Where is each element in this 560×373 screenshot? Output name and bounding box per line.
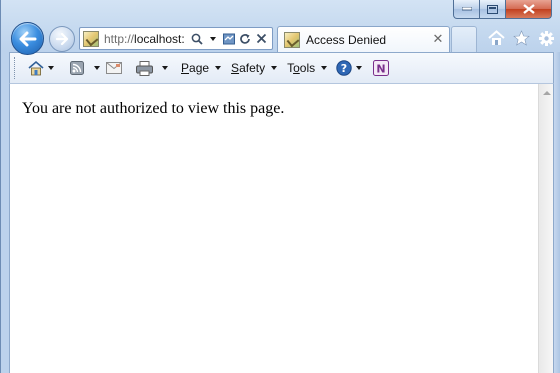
dropdown-icon[interactable] bbox=[206, 31, 220, 47]
tab-favicon-icon bbox=[284, 31, 300, 48]
address-bar[interactable]: http://localhost: bbox=[79, 27, 273, 50]
help-icon: ? bbox=[335, 59, 353, 77]
help-dropdown-icon bbox=[356, 66, 363, 70]
svg-text:?: ? bbox=[341, 62, 347, 75]
mail-icon bbox=[105, 59, 123, 77]
tools-menu[interactable]: Tools bbox=[284, 56, 330, 80]
page-favicon-icon bbox=[83, 30, 99, 47]
home-button[interactable] bbox=[24, 56, 57, 80]
search-icon[interactable] bbox=[190, 31, 204, 47]
page-content: You are not authorized to view this page… bbox=[9, 84, 546, 373]
tab-close-icon[interactable]: ✕ bbox=[430, 32, 446, 47]
new-tab-button[interactable] bbox=[451, 26, 477, 52]
close-icon bbox=[522, 4, 535, 14]
refresh-icon[interactable] bbox=[238, 31, 252, 47]
close-window-button[interactable] bbox=[506, 0, 552, 19]
url-scheme: http:// bbox=[104, 31, 135, 46]
feeds-dropdown[interactable] bbox=[89, 56, 102, 80]
window-frame-right bbox=[554, 52, 560, 373]
onenote-button[interactable]: N bbox=[369, 56, 393, 80]
print-button[interactable] bbox=[132, 56, 171, 80]
home-icon bbox=[27, 59, 45, 77]
safety-menu[interactable]: Safety bbox=[228, 56, 280, 80]
home-dropdown-icon[interactable] bbox=[48, 66, 54, 70]
vertical-scrollbar[interactable] bbox=[538, 84, 554, 373]
home-icon[interactable] bbox=[487, 28, 505, 48]
back-arrow-icon bbox=[19, 31, 36, 46]
page-menu[interactable]: Page bbox=[178, 56, 224, 80]
toolbar-grip[interactable] bbox=[14, 57, 17, 79]
tab-access-denied[interactable]: Access Denied ✕ bbox=[277, 26, 450, 52]
minimize-icon bbox=[461, 7, 472, 11]
scroll-up-arrow-icon[interactable] bbox=[539, 84, 554, 101]
print-dropdown-icon[interactable] bbox=[162, 66, 168, 70]
window-caption-buttons bbox=[453, 0, 552, 19]
tools-menu-dropdown-icon bbox=[321, 66, 328, 70]
rss-icon bbox=[68, 59, 86, 77]
forward-arrow-icon bbox=[55, 33, 69, 45]
compatibility-icon[interactable] bbox=[222, 31, 236, 47]
safety-menu-label: Safety bbox=[231, 61, 266, 75]
page-menu-label: Page bbox=[181, 61, 210, 75]
back-button[interactable] bbox=[11, 22, 44, 55]
tab-title: Access Denied bbox=[306, 32, 387, 47]
forward-button[interactable] bbox=[49, 26, 75, 52]
minimize-button[interactable] bbox=[453, 0, 480, 19]
feeds-dropdown-icon bbox=[94, 66, 100, 70]
stop-icon[interactable] bbox=[254, 31, 268, 47]
safety-menu-dropdown-icon bbox=[271, 66, 278, 70]
svg-text:N: N bbox=[377, 63, 386, 76]
url-text[interactable]: http://localhost: bbox=[104, 32, 188, 46]
feeds-button[interactable] bbox=[65, 56, 89, 80]
browser-window: http://localhost: Access Denied ✕ Page S… bbox=[0, 0, 560, 373]
onenote-icon: N bbox=[372, 59, 390, 77]
command-bar: Page Safety Tools ? N bbox=[9, 52, 554, 84]
page-menu-dropdown-icon bbox=[215, 66, 222, 70]
maximize-icon bbox=[487, 4, 498, 14]
print-icon bbox=[135, 59, 153, 77]
help-button[interactable]: ? bbox=[332, 56, 365, 80]
tools-menu-label: Tools bbox=[287, 61, 316, 75]
url-host: localhost: bbox=[134, 31, 185, 46]
mail-button[interactable] bbox=[102, 56, 126, 80]
access-denied-message: You are not authorized to view this page… bbox=[22, 100, 285, 117]
favorites-star-icon[interactable] bbox=[512, 28, 530, 48]
browser-toolbar-right bbox=[487, 28, 555, 48]
tools-gear-icon[interactable] bbox=[537, 28, 555, 48]
maximize-button[interactable] bbox=[480, 0, 506, 19]
